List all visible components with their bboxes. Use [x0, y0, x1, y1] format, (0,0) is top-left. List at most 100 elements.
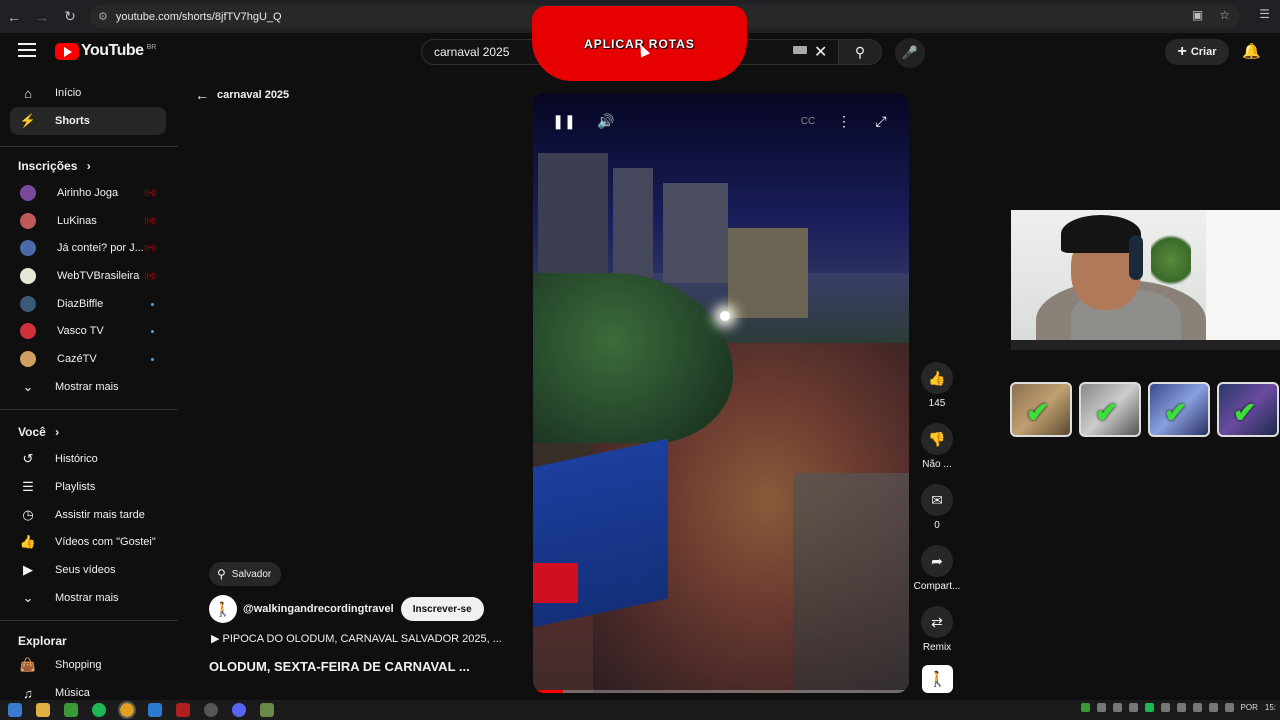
subscription-item[interactable]: Airinho Joga ((•)) [10, 179, 166, 207]
sidebar-item-playlists[interactable]: ☰ Playlists [10, 473, 166, 501]
spotify-icon[interactable] [92, 703, 106, 717]
plus-icon: + [1177, 43, 1187, 60]
create-button[interactable]: + Criar [1165, 39, 1229, 65]
check-icon: ✔ [1095, 397, 1119, 428]
wifi-icon[interactable] [1208, 703, 1218, 712]
check-icon: ✔ [1026, 397, 1050, 428]
subscription-item[interactable]: Já contei? por J... ((•)) [10, 234, 166, 262]
windows-start-icon[interactable] [8, 703, 22, 717]
tray-icon[interactable] [1080, 703, 1090, 712]
like-button[interactable]: 👍 145 [912, 362, 962, 409]
sidebar-item-label: Música [55, 687, 90, 699]
progress-fill [533, 690, 564, 693]
youtube-logo[interactable]: YouTube BR [55, 42, 156, 60]
back-to-search[interactable]: ← carnaval 2025 [195, 87, 289, 103]
app-icon[interactable] [260, 703, 274, 717]
cast-icon[interactable]: ▣ [1192, 8, 1203, 22]
tray-icon[interactable] [1128, 703, 1138, 712]
location-pin-icon: ⚲ [217, 567, 226, 581]
subscription-item[interactable]: CazéTV [10, 345, 166, 373]
video-stage [793, 473, 909, 693]
chrome-icon[interactable] [118, 701, 136, 719]
fullscreen-icon: ⤢ [875, 112, 887, 129]
sidebar-item-watch-later[interactable]: ◷ Assistir mais tarde [10, 501, 166, 529]
share-button[interactable]: ➦ Compart... [912, 545, 962, 592]
forward-icon[interactable]: → [28, 3, 56, 31]
subscription-label: WebTVBrasileira [57, 270, 140, 282]
captions-icon: CC [800, 115, 816, 127]
app-icon[interactable] [176, 703, 190, 717]
volume-button[interactable]: 🔊 [591, 106, 621, 136]
sidebar-item-your-videos[interactable]: ▶ Seus vídeos [10, 556, 166, 584]
sidebar-item-inicio[interactable]: ⌂ Início [10, 79, 166, 107]
language-indicator[interactable]: POR [1241, 703, 1258, 712]
sidebar-item-liked-videos[interactable]: 👍 Vídeos com "Gostei" [10, 528, 166, 556]
short-video-player[interactable]: ❚❚ 🔊 CC ⋮ ⤢ [533, 93, 909, 693]
subscriptions-heading[interactable]: Inscrições › [18, 159, 91, 173]
site-info-icon[interactable]: ⚙ [98, 10, 108, 23]
subscribe-label: Inscrever-se [412, 603, 472, 615]
menu-icon[interactable] [18, 43, 36, 57]
keyboard-icon[interactable] [793, 46, 807, 54]
clock-text[interactable]: 15: [1265, 703, 1276, 712]
explore-title: Explorar [18, 634, 67, 648]
video-progress-bar[interactable] [533, 690, 909, 693]
voice-search-button[interactable]: 🎤 [895, 38, 925, 68]
dislike-label: Não ... [922, 459, 952, 470]
app-icon[interactable] [64, 703, 78, 717]
you-show-more[interactable]: ⌄ Mostrar mais [10, 584, 166, 612]
sidebar-item-label: Shorts [55, 115, 90, 127]
comments-button[interactable]: ✉ 0 [912, 484, 962, 531]
check-icon: ✔ [1233, 397, 1257, 428]
you-heading[interactable]: Você › [18, 425, 59, 439]
channel-name[interactable]: @walkingandrecordingtravel [243, 603, 394, 615]
search-button[interactable]: ⚲ [838, 39, 882, 65]
tray-icon[interactable] [1096, 703, 1106, 712]
extensions-icon[interactable]: ☰ [1259, 7, 1270, 21]
tray-icon[interactable] [1192, 703, 1202, 712]
reload-icon[interactable]: ↻ [56, 3, 84, 31]
sound-thumbnail[interactable]: 🚶 [922, 665, 953, 693]
shorts-icon: ⚡ [19, 113, 37, 128]
app-icon[interactable] [204, 703, 218, 717]
sidebar-item-shopping[interactable]: 👜 Shopping [10, 651, 166, 679]
short-description[interactable]: ▶ PIPOCA DO OLODUM, CARNAVAL SALVADOR 20… [211, 632, 526, 645]
sidebar-item-historico[interactable]: ↺ Histórico [10, 445, 166, 473]
dislike-button[interactable]: 👎 Não ... [912, 423, 962, 470]
discord-icon[interactable] [232, 703, 246, 717]
chevron-down-icon: ⌄ [22, 590, 34, 605]
subscriptions-title: Inscrições [18, 159, 78, 173]
subscription-item[interactable]: Vasco TV [10, 317, 166, 345]
location-chip[interactable]: ⚲ Salvador [209, 562, 282, 586]
fullscreen-button[interactable]: ⤢ [866, 106, 896, 136]
subscription-item[interactable]: DiazBiffle [10, 290, 166, 318]
youtube-play-icon [55, 42, 79, 60]
short-title[interactable]: OLODUM, SEXTA-FEIRA DE CARNAVAL ... [209, 659, 529, 674]
tray-icon[interactable] [1112, 703, 1122, 712]
subscription-label: LuKinas [57, 215, 97, 227]
bookmark-star-icon[interactable]: ☆ [1219, 8, 1230, 22]
tray-icon[interactable] [1144, 703, 1154, 712]
thumbs-up-icon: 👍 [19, 534, 37, 549]
more-options-button[interactable]: ⋮ [829, 106, 859, 136]
tray-icon[interactable] [1160, 703, 1170, 712]
avatar [20, 213, 36, 229]
file-explorer-icon[interactable] [36, 703, 50, 717]
tray-icon[interactable] [1176, 703, 1186, 712]
sidebar-item-shorts[interactable]: ⚡ Shorts [10, 107, 166, 135]
volume-icon[interactable] [1224, 703, 1234, 712]
remix-button[interactable]: ⇄ Remix [912, 606, 962, 653]
subs-show-more[interactable]: ⌄ Mostrar mais [10, 373, 166, 401]
avatar [20, 185, 36, 201]
notifications-bell-icon[interactable]: 🔔 [1242, 42, 1261, 60]
channel-avatar[interactable]: 🚶 [209, 595, 237, 623]
captions-button[interactable]: CC [793, 106, 823, 136]
video-streetlight [720, 311, 730, 321]
subscribe-button[interactable]: Inscrever-se [400, 597, 484, 621]
pause-button[interactable]: ❚❚ [549, 106, 579, 136]
app-icon[interactable] [148, 703, 162, 717]
back-icon[interactable]: ← [0, 3, 28, 31]
clear-search-icon[interactable]: ✕ [814, 42, 827, 62]
subscription-item[interactable]: LuKinas ((•)) [10, 207, 166, 235]
subscription-item[interactable]: WebTVBrasileira ((•)) [10, 262, 166, 290]
